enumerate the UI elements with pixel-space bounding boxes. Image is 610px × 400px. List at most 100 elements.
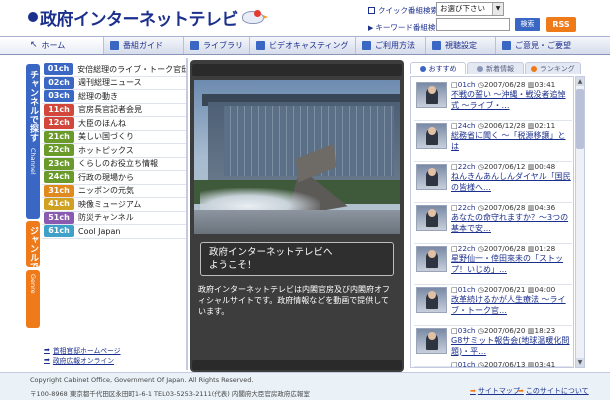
list-item[interactable]: □01ch ◷2007/06/13 ▥03:41	[411, 357, 573, 368]
item-meta: □01ch ◷2007/06/21 ▥04:00	[451, 285, 556, 294]
channel-name: 官房長官記者会見	[78, 105, 142, 115]
channel-name: 安倍総理のライブ・トーク官邸	[77, 64, 186, 74]
channel-item[interactable]: 03ch 総理の動き	[42, 90, 186, 104]
channel-tab-en: Channel	[29, 148, 37, 175]
channel-name: 映像ミュージアム	[78, 199, 142, 209]
rss-button[interactable]: RSS	[546, 17, 576, 32]
channel-name: 総理の動き	[78, 91, 118, 101]
channel-badge: 01ch	[44, 63, 74, 76]
item-meta: □01ch ◷2007/06/13 ▥03:41	[451, 360, 556, 368]
tab-ranking[interactable]: ランキング	[524, 62, 581, 74]
item-title[interactable]: 不戦の誓い ～沖縄・戦没者追悼式 ～ライブ・…	[451, 90, 571, 111]
channel-item[interactable]: 02ch 週刊総理ニュース	[42, 76, 186, 90]
video-thumbnail[interactable]	[416, 205, 447, 231]
library-icon	[190, 41, 199, 50]
tab-new[interactable]: 新着情報	[467, 62, 524, 74]
item-title[interactable]: ねんきんあんしんダイヤル「国民の皆様へ…	[451, 172, 571, 193]
list-item[interactable]: □24ch ◷2006/12/28 ▥02:11 総務省に聞く ～「税源移譲」と…	[411, 118, 573, 162]
gov-pr-online-link[interactable]: ➡ 政府広報オンライン	[44, 355, 121, 365]
welcome-box: 政府インターネットテレビへ ようこそ！	[200, 242, 394, 276]
channel-badge: 21ch	[44, 130, 74, 143]
channel-badge: 51ch	[44, 211, 74, 224]
column-divider	[186, 58, 188, 370]
quick-search-label: クイック番組検索	[368, 5, 438, 16]
video-thumbnail[interactable]	[416, 328, 447, 354]
player-control-bar	[192, 360, 402, 370]
video-thumbnail[interactable]	[416, 287, 447, 313]
feedback-icon	[502, 41, 511, 50]
about-site-link[interactable]: ➡ このサイトについて	[518, 386, 589, 396]
nav-videocasting[interactable]: ビデオキャスティング	[250, 37, 356, 54]
list-item[interactable]: □22ch ◷2007/06/28 ▥01:28 星野仙一・倖田來未の「ストップ…	[411, 241, 573, 285]
nav-program-guide[interactable]: 番組ガイド	[104, 37, 184, 54]
settings-icon	[432, 41, 441, 50]
footer: Copyright Cabinet Office, Government Of …	[0, 372, 610, 400]
kantei-link[interactable]: ➡ 首相官邸ホームページ	[44, 345, 121, 355]
video-thumbnail[interactable]	[416, 246, 447, 272]
item-title[interactable]: 総務省に聞く ～「税源移譲」とは	[451, 131, 571, 152]
main-nav: ↖ ホーム 番組ガイド ライブラリ ビデオキャスティング ご利用方法 視聴設定 …	[0, 36, 610, 55]
video-thumbnail[interactable]	[416, 82, 447, 108]
channel-item[interactable]: 41ch 映像ミュージアム	[42, 198, 186, 212]
channel-item[interactable]: 51ch 防災チャンネル	[42, 211, 186, 225]
arrow-right-icon: ➡	[470, 387, 476, 395]
channel-badge: 12ch	[44, 117, 74, 130]
header: 政府インターネットテレビ クイック番組検索 お選び下さい ▼ ▶ キーワード番組…	[0, 0, 610, 36]
item-title[interactable]: あなたの命守れますか？～3つの基本で安…	[451, 213, 571, 234]
channel-badge: 24ch	[44, 171, 74, 184]
site-logo[interactable]: 政府インターネットテレビ	[28, 4, 268, 30]
copyright-text: Copyright Cabinet Office, Government Of …	[30, 376, 254, 384]
item-meta: □22ch ◷2007/06/28 ▥01:28	[451, 244, 556, 253]
nav-feedback[interactable]: ご意見・ご要望	[496, 37, 610, 54]
nav-viewing-settings[interactable]: 視聴設定	[426, 37, 496, 54]
channel-item[interactable]: 31ch ニッポンの元気	[42, 184, 186, 198]
item-title[interactable]: 改革続けるかが人生療法 ～ライブ・トーク官…	[451, 295, 571, 316]
video-thumbnail[interactable]	[416, 123, 447, 149]
channel-name: 行政の現場から	[78, 172, 134, 182]
scroll-down-icon[interactable]: ▼	[576, 358, 584, 367]
search-button[interactable]: 検索	[515, 18, 540, 31]
channel-tab-label: チャンネルで探す	[28, 70, 38, 142]
channel-item[interactable]: 24ch 行政の現場から	[42, 171, 186, 185]
new-icon	[476, 65, 483, 72]
item-meta: □01ch ◷2007/06/28 ▥03:41	[451, 80, 556, 89]
featured-video-image[interactable]	[194, 80, 400, 234]
arrow-right-icon: ▶	[368, 23, 374, 32]
channel-item[interactable]: 22ch ホットピックス	[42, 144, 186, 158]
recommended-icon	[419, 65, 426, 72]
sitemap-link[interactable]: ➡ サイトマップ	[470, 386, 520, 396]
list-item[interactable]: □01ch ◷2007/06/21 ▥04:00 改革続けるかが人生療法 ～ライ…	[411, 282, 573, 326]
channel-item[interactable]: 61ch Cool Japan	[42, 225, 186, 239]
channel-item[interactable]: 01ch 安倍総理のライブ・トーク官邸	[42, 63, 186, 77]
channel-item[interactable]: 12ch 大臣のほんね	[42, 117, 186, 131]
item-title[interactable]: 星野仙一・倖田來未の「ストップ！いじめ」…	[451, 254, 571, 275]
videocast-icon	[256, 41, 265, 50]
list-scrollbar[interactable]: ▲ ▼	[575, 76, 585, 368]
item-meta: □24ch ◷2006/12/28 ▥02:11	[451, 121, 556, 130]
arrow-right-icon: ➡	[44, 346, 50, 354]
arrow-right-icon: ➡	[518, 387, 524, 395]
quick-search-select[interactable]: お選び下さい ▼	[436, 2, 504, 16]
ranking-icon	[530, 65, 537, 72]
list-item[interactable]: □22ch ◷2007/06/12 ▥00:48 ねんきんあんしんダイヤル「国民…	[411, 159, 573, 203]
keyword-search-input[interactable]	[436, 18, 510, 31]
channel-name: 防災チャンネル	[78, 213, 134, 223]
channel-item[interactable]: 21ch 美しい国づくり	[42, 130, 186, 144]
square-bullet-icon	[368, 7, 375, 14]
item-title[interactable]: G8サミット報告会(地球温暖化問題)・平…	[451, 336, 571, 357]
nav-usage[interactable]: ご利用方法	[356, 37, 426, 54]
channel-item[interactable]: 23ch くらしのお役立ち情報	[42, 157, 186, 171]
address-text: 〒100-8968 東京都千代田区永田町1-6-1 TEL03-5253-211…	[30, 390, 310, 398]
channel-name: Cool Japan	[78, 226, 121, 236]
nav-library[interactable]: ライブラリ	[184, 37, 250, 54]
list-item[interactable]: □01ch ◷2007/06/28 ▥03:41 不戦の誓い ～沖縄・戦没者追悼…	[411, 77, 573, 121]
scroll-up-icon[interactable]: ▲	[576, 77, 584, 86]
channel-list: 01ch 安倍総理のライブ・トーク官邸 02ch 週刊総理ニュース 03ch 総理の動…	[42, 63, 186, 239]
video-thumbnail[interactable]	[416, 164, 447, 190]
list-item[interactable]: □22ch ◷2007/06/28 ▥04:36 あなたの命守れますか？～3つの…	[411, 200, 573, 244]
nav-home[interactable]: ↖ ホーム	[0, 37, 104, 54]
tab-recommended[interactable]: おすすめ	[410, 62, 467, 74]
sidebar-tabs: チャンネルで探す Channel ジャンルで探す Genre	[26, 58, 42, 368]
scroll-thumb[interactable]	[576, 89, 584, 149]
channel-item[interactable]: 11ch 官房長官記者会見	[42, 103, 186, 117]
